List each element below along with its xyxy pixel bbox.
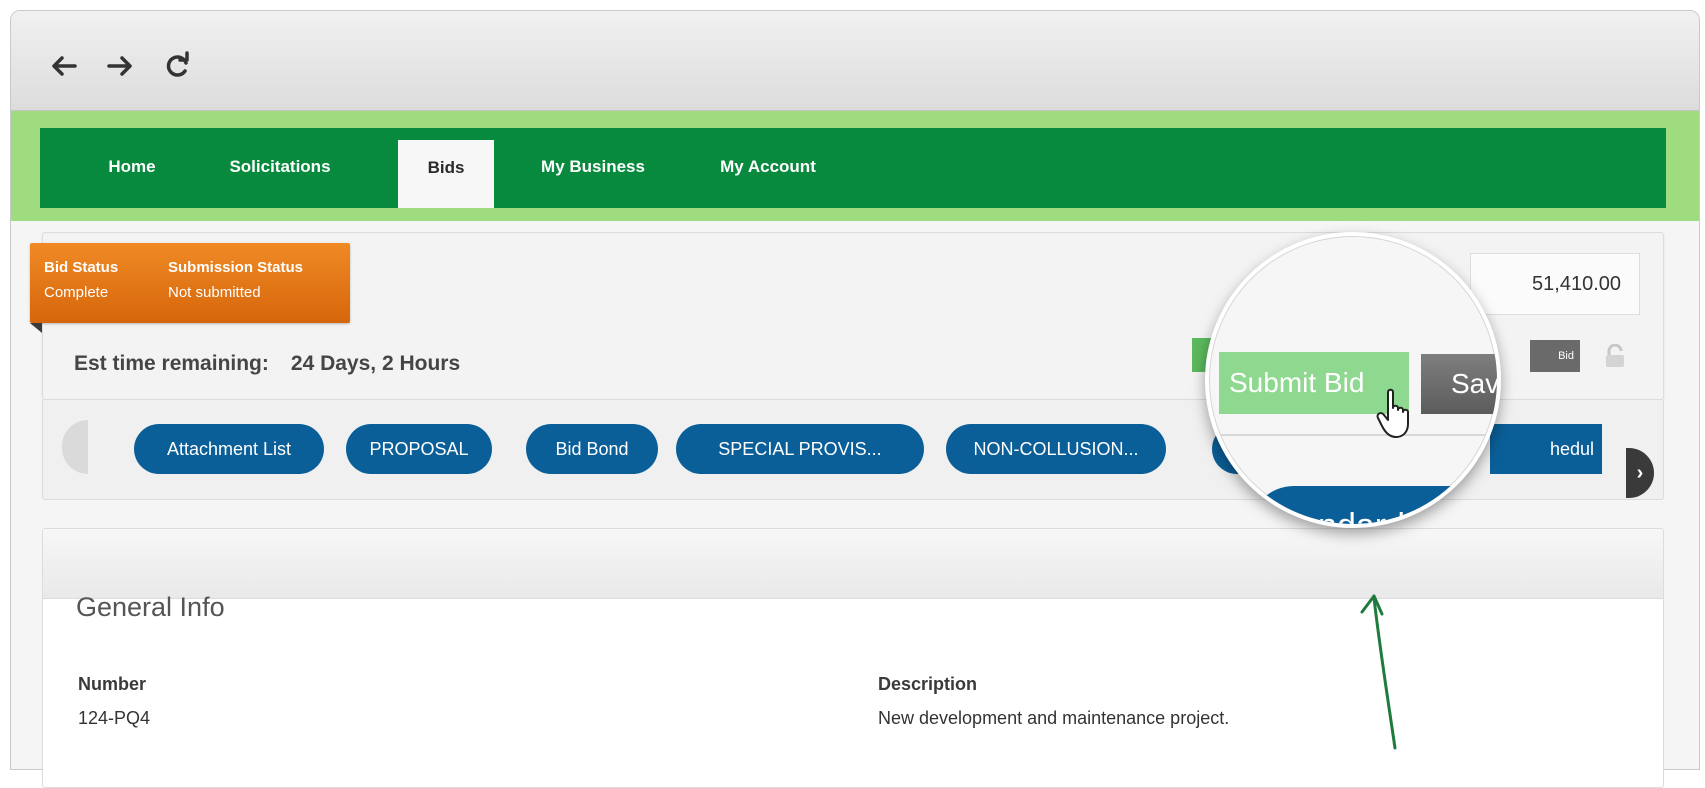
tab-my-account[interactable]: My Account [690, 128, 846, 208]
annotation-arrow-icon [1360, 594, 1397, 750]
doc-pill-proposal[interactable]: PROPOSAL [346, 424, 492, 474]
doc-pill-special-provisions[interactable]: SPECIAL PROVIS... [676, 424, 924, 474]
est-time-value: 24 Days, 2 Hours [290, 352, 461, 375]
general-info-header [43, 529, 1663, 599]
magnifier-callout: Submit Bid Save Standard C [1205, 232, 1501, 528]
chevron-right-icon: › [1636, 461, 1644, 484]
bid-status-value: Complete [44, 284, 109, 301]
browser-toolbar [11, 11, 1699, 111]
back-arrow-icon[interactable] [47, 49, 81, 83]
doc-pill-standard-conditions[interactable]: Standard C [1249, 486, 1497, 524]
description-label: Description [878, 674, 978, 694]
doc-pill-non-collusion[interactable]: NON-COLLUSION... [946, 424, 1166, 474]
forward-arrow-icon[interactable] [103, 49, 137, 83]
est-time-remaining: Est time remaining: 24 Days, 2 Hours [74, 352, 460, 376]
tab-my-business[interactable]: My Business [518, 128, 668, 208]
save-button[interactable]: Save [1421, 354, 1497, 414]
bid-amount: 51,410.00 [1470, 253, 1640, 315]
status-ribbon: Bid Status Complete Submission Status No… [30, 243, 350, 333]
submission-status-value: Not submitted [168, 284, 261, 301]
main-navigation: Home Solicitations Bids My Business My A… [40, 128, 1666, 208]
reload-icon[interactable] [161, 49, 195, 83]
submission-status: Submission Status Not submitted [168, 259, 303, 301]
description-value: New development and maintenance project. [878, 708, 1230, 728]
doc-pill-bid-bond[interactable]: Bid Bond [526, 424, 658, 474]
number-label: Number [78, 674, 147, 694]
doc-pill-attachment-list[interactable]: Attachment List [134, 424, 324, 474]
submission-status-label: Submission Status [168, 259, 304, 276]
magnifier-divider [1209, 434, 1497, 436]
bid-status: Bid Status Complete [44, 259, 118, 301]
bid-status-label: Bid Status [44, 259, 119, 276]
bid-action-button[interactable]: Bid [1530, 340, 1580, 372]
hand-pointer-icon [1376, 388, 1409, 438]
est-time-label: Est time remaining: [74, 352, 269, 375]
general-info-panel [42, 528, 1664, 788]
doc-pill-schedule[interactable]: hedul [1490, 424, 1602, 474]
ribbon-fold [30, 323, 42, 333]
tab-solicitations[interactable]: Solicitations [196, 128, 364, 208]
lock-icon[interactable] [1604, 344, 1626, 368]
tab-home[interactable]: Home [80, 128, 184, 208]
general-info-title: General Info [76, 592, 225, 622]
tab-bids[interactable]: Bids [398, 140, 494, 208]
number-value: 124-PQ4 [78, 708, 151, 728]
